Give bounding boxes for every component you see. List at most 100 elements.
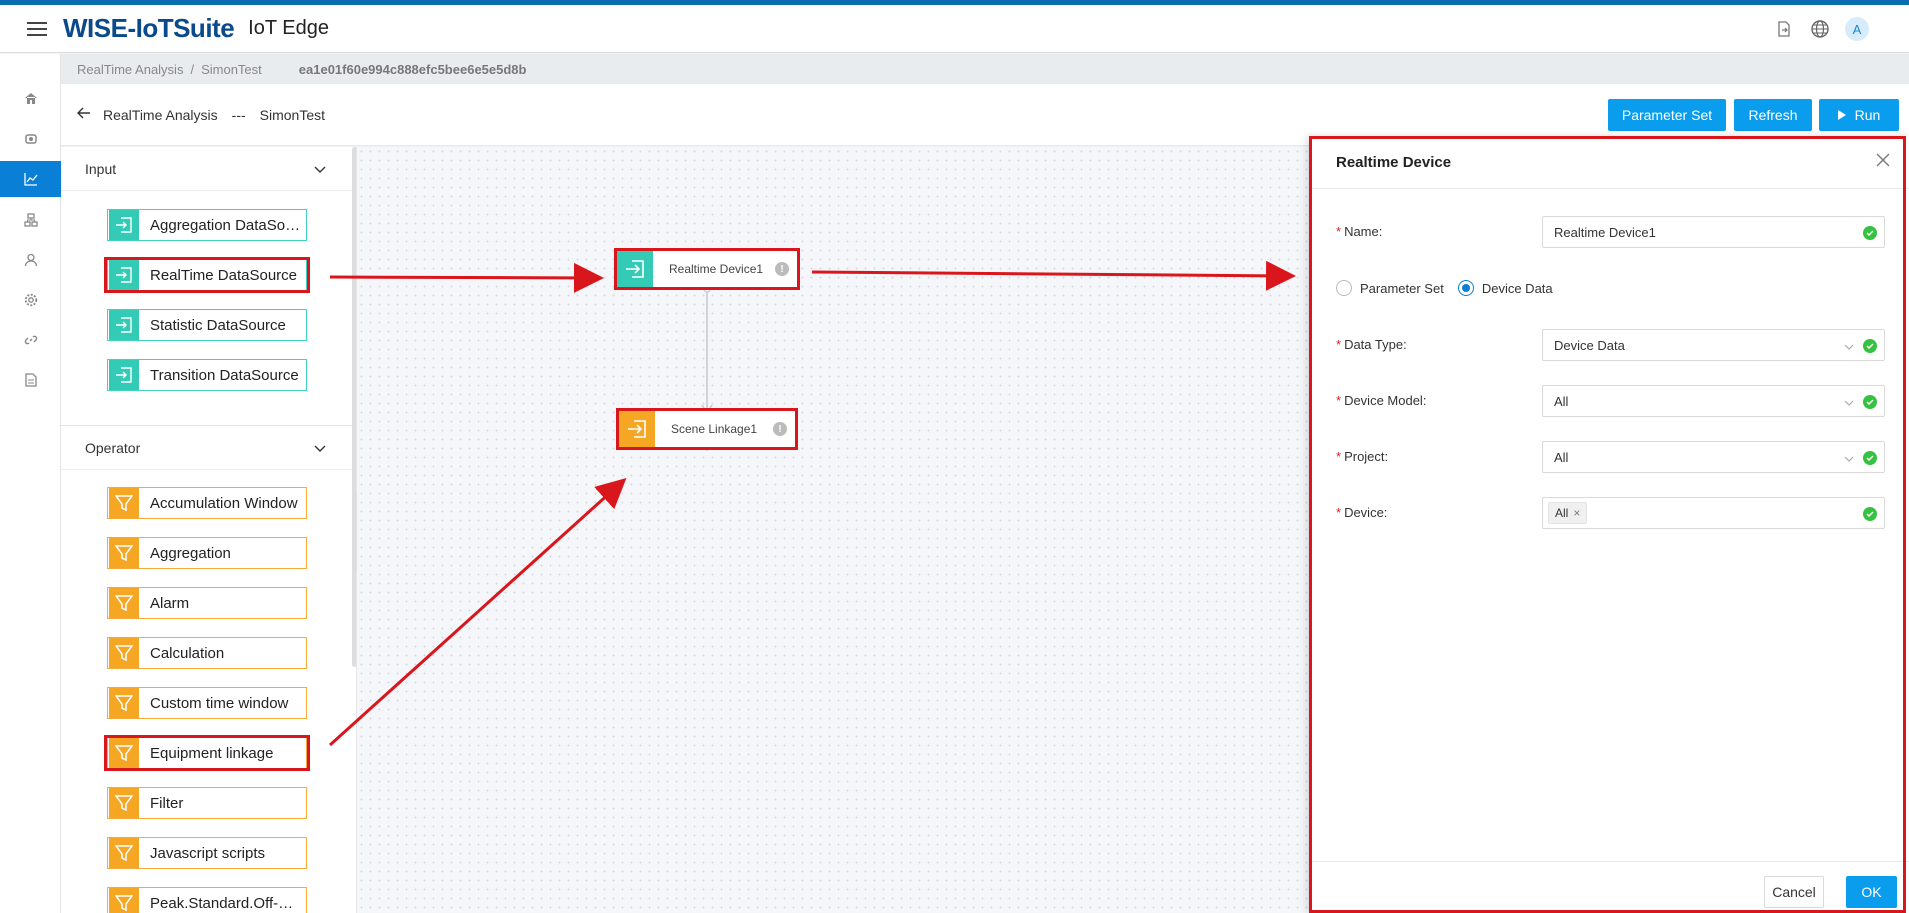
datasource-icon — [619, 411, 655, 447]
breadcrumb-item-analysis[interactable]: RealTime Analysis — [77, 62, 183, 77]
check-icon — [1863, 226, 1877, 240]
check-icon — [1863, 395, 1877, 409]
funnel-icon — [109, 888, 139, 913]
topology-icon[interactable] — [0, 202, 61, 238]
drawer-title: Realtime Device — [1336, 154, 1452, 171]
device-icon[interactable] — [0, 121, 61, 157]
palette-item-equipment-linkage[interactable]: Equipment linkage — [107, 737, 307, 769]
funnel-icon — [109, 838, 139, 868]
palette-item-label: Custom time window — [150, 694, 289, 712]
funnel-icon — [109, 738, 139, 768]
palette-item-javascript-scripts[interactable]: Javascript scripts — [107, 837, 307, 869]
palette-item-aggregation-datasource[interactable]: Aggregation DataSource — [107, 209, 307, 241]
device-label: * Device: — [1336, 505, 1388, 520]
check-icon — [1863, 507, 1877, 521]
data-type-row: * Data Type: Device Data — [1336, 329, 1891, 361]
chart-icon[interactable] — [0, 161, 61, 197]
breadcrumb-item-project: SimonTest — [201, 61, 262, 77]
palette-item-label: Aggregation DataSource — [150, 216, 302, 234]
flow-canvas[interactable]: Realtime Device1 ! Scene Linkage1 ! — [357, 147, 1309, 913]
funnel-icon — [109, 588, 139, 618]
run-button[interactable]: Run — [1819, 99, 1899, 131]
device-model-label: * Device Model: — [1336, 393, 1427, 408]
gear-icon[interactable] — [0, 282, 61, 318]
palette-item-label: Peak.Standard.Off-Peak — [150, 894, 302, 912]
palette-item-statistic-datasource[interactable]: Statistic DataSource — [107, 309, 307, 341]
project-select[interactable]: All — [1542, 441, 1885, 473]
ok-button[interactable]: OK — [1846, 876, 1897, 908]
datasource-icon — [109, 360, 139, 390]
device-model-select[interactable]: All — [1542, 385, 1885, 417]
title-dash: --- — [231, 107, 246, 123]
palette-item-filter[interactable]: Filter — [107, 787, 307, 819]
palette-item-accumulation-window[interactable]: Accumulation Window — [107, 487, 307, 519]
cancel-button[interactable]: Cancel — [1764, 876, 1824, 908]
palette-item-alarm[interactable]: Alarm — [107, 587, 307, 619]
source-radio-group: Parameter Set Device Data — [1336, 280, 1567, 296]
info-icon[interactable]: ! — [773, 422, 787, 436]
node-scene-linkage[interactable]: Scene Linkage1 ! — [619, 411, 795, 447]
node-label: Scene Linkage1 — [671, 422, 758, 436]
chevron-down-icon — [1844, 395, 1854, 410]
device-row: * Device: All × — [1336, 497, 1891, 529]
back-button[interactable]: RealTime Analysis --- SimonTest — [77, 106, 325, 124]
input-section-header[interactable]: Input — [61, 147, 354, 191]
operator-section-header[interactable]: Operator — [61, 426, 354, 470]
breadcrumb: RealTime Analysis / SimonTest ea1e01f60e… — [61, 54, 1909, 84]
datasource-icon — [109, 210, 139, 240]
palette-item-calculation[interactable]: Calculation — [107, 637, 307, 669]
page-title: RealTime Analysis — [103, 107, 218, 123]
radio-circle — [1336, 280, 1352, 296]
operator-section-title: Operator — [85, 439, 141, 456]
radio-parameter-set-label: Parameter Set — [1360, 280, 1444, 296]
name-input[interactable]: Realtime Device1 — [1542, 216, 1885, 248]
palette-item-transition-datasource[interactable]: Transition DataSource — [107, 359, 307, 391]
radio-device-data-label: Device Data — [1481, 280, 1553, 296]
info-icon[interactable]: ! — [775, 262, 789, 276]
funnel-icon — [109, 488, 139, 518]
palette-item-label: Statistic DataSource — [150, 316, 286, 334]
app-header: WISE-IoTSuite IoT Edge A — [0, 5, 1909, 53]
device-model-value: All — [1554, 393, 1569, 409]
palette-item-label: Alarm — [150, 594, 190, 612]
node-realtime-device[interactable]: Realtime Device1 ! — [617, 251, 797, 287]
palette-item-aggregation[interactable]: Aggregation — [107, 537, 307, 569]
funnel-icon — [109, 788, 139, 818]
datasource-icon — [617, 251, 653, 287]
header-actions: A — [1773, 17, 1869, 41]
palette-item-realtime-datasource[interactable]: RealTime DataSource — [107, 259, 307, 291]
report-icon[interactable] — [0, 362, 61, 398]
datasource-icon — [109, 260, 139, 290]
palette-item-label: Transition DataSource — [150, 366, 299, 384]
avatar[interactable]: A — [1845, 17, 1869, 41]
radio-circle — [1457, 280, 1474, 296]
data-type-select[interactable]: Device Data — [1542, 329, 1885, 361]
close-icon[interactable] — [1873, 150, 1893, 170]
user-icon[interactable] — [0, 242, 61, 278]
radio-parameter-set[interactable]: Parameter Set — [1336, 280, 1444, 296]
radio-device-data[interactable]: Device Data — [1457, 280, 1553, 296]
globe-icon[interactable] — [1809, 18, 1831, 40]
drawer-divider — [1309, 188, 1909, 189]
menu-icon[interactable] — [27, 21, 47, 36]
chevron-down-icon — [1844, 451, 1854, 466]
close-icon[interactable]: × — [1573, 506, 1580, 520]
funnel-icon — [109, 638, 139, 668]
page-subtitle: SimonTest — [259, 107, 325, 123]
property-drawer: Realtime Device * Name: Realtime Device1 … — [1309, 136, 1909, 913]
input-section-title: Input — [85, 160, 117, 177]
palette-item-label: Javascript scripts — [150, 844, 266, 862]
run-label: Run — [1854, 107, 1881, 123]
refresh-button[interactable]: Refresh — [1734, 99, 1812, 131]
parameter-set-button[interactable]: Parameter Set — [1608, 99, 1726, 131]
link-icon[interactable] — [0, 322, 61, 358]
data-type-value: Device Data — [1554, 337, 1625, 353]
check-icon — [1863, 451, 1877, 465]
name-label: * Name: — [1336, 224, 1383, 239]
palette-item-peak-standard-off-peak[interactable]: Peak.Standard.Off-Peak — [107, 887, 307, 913]
device-multiselect[interactable]: All × — [1542, 497, 1885, 529]
chevron-down-icon — [314, 161, 326, 177]
palette-item-custom-time-window[interactable]: Custom time window — [107, 687, 307, 719]
home-icon[interactable] — [0, 80, 61, 116]
export-icon[interactable] — [1773, 18, 1795, 40]
